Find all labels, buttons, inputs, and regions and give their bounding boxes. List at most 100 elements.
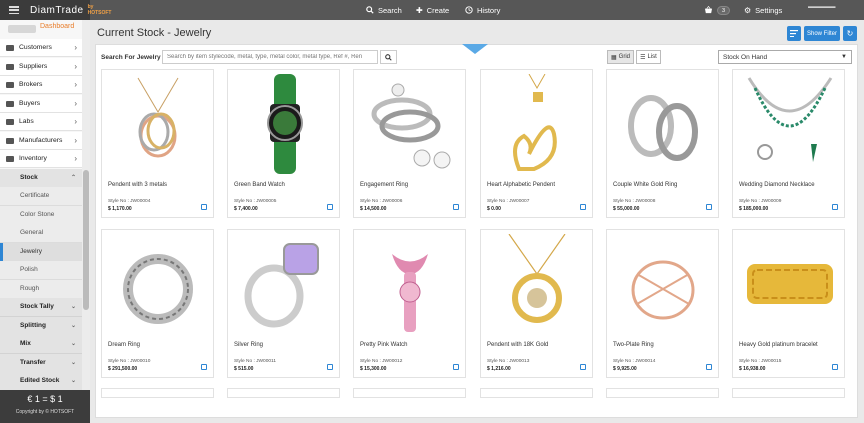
- settings-button[interactable]: ⚙ Settings: [744, 0, 782, 20]
- nav-history[interactable]: History: [465, 0, 500, 20]
- stock-type-select[interactable]: Stock On Hand ▼: [718, 50, 852, 64]
- product-name: Dream Ring: [108, 342, 141, 348]
- list-view-button[interactable]: ☰ List: [636, 50, 661, 64]
- sidebar-item-inventory[interactable]: Inventory ›: [0, 150, 82, 168]
- product-card[interactable]: Pendent with 3 metals Style No : JW00004…: [101, 69, 214, 218]
- nav-search[interactable]: Search: [366, 0, 402, 20]
- brand-sub: by HOTSOFT: [87, 4, 112, 16]
- sidebar-item-manufacturers[interactable]: Manufacturers ›: [0, 132, 82, 150]
- sidebar-item-brokers[interactable]: Brokers ›: [0, 76, 82, 94]
- sidebar-subitem-jewelry[interactable]: Jewelry: [0, 243, 82, 262]
- chevron-right-icon: ›: [74, 80, 77, 89]
- user-name[interactable]: ▬▬▬▬▬: [808, 4, 836, 10]
- sidebar-subitem-color-stone[interactable]: Color Stone: [0, 206, 82, 225]
- product-card[interactable]: [227, 388, 340, 398]
- product-card[interactable]: Pendent with 18K Gold Style No : JW00013…: [480, 229, 593, 378]
- grid-view-button[interactable]: ▦ Grid: [607, 50, 634, 64]
- sidebar-subitem-rough[interactable]: Rough: [0, 280, 82, 299]
- sidebar-section-edited-stock[interactable]: Edited Stock ⌄: [0, 372, 82, 391]
- product-card[interactable]: Two-Plate Ring Style No : JW00014 $ 9,92…: [606, 229, 719, 378]
- manufacturers-icon: [6, 137, 14, 144]
- edit-icon[interactable]: [580, 204, 586, 210]
- sidebar-item-buyers[interactable]: Buyers ›: [0, 95, 82, 113]
- search-input[interactable]: [162, 50, 378, 64]
- sidebar-item-label: Customers: [19, 44, 52, 51]
- edit-icon[interactable]: [453, 204, 459, 210]
- edit-icon[interactable]: [327, 364, 333, 370]
- product-card[interactable]: [732, 388, 845, 398]
- search-button[interactable]: [380, 50, 397, 64]
- customers-icon: [6, 44, 14, 51]
- edit-icon[interactable]: [201, 364, 207, 370]
- sidebar-item-customers[interactable]: Customers ›: [0, 39, 82, 57]
- product-name: Pretty Pink Watch: [360, 342, 408, 348]
- page-title: Current Stock - Jewelry: [97, 27, 212, 39]
- product-card[interactable]: [606, 388, 719, 398]
- product-card[interactable]: Wedding Diamond Necklace Style No : JW00…: [732, 69, 845, 218]
- sidebar-subitem-polish[interactable]: Polish: [0, 261, 82, 280]
- product-card[interactable]: Heart Alphabetic Pendent Style No : JW00…: [480, 69, 593, 218]
- sidebar-section-transfer[interactable]: Transfer ⌄: [0, 354, 82, 373]
- sidebar-item-label: Buyers: [19, 100, 41, 107]
- show-filter-button[interactable]: Show Filter: [804, 26, 840, 41]
- edit-icon[interactable]: [201, 204, 207, 210]
- section-label: Mix: [20, 340, 31, 348]
- chevron-right-icon: ›: [74, 117, 77, 126]
- product-card[interactable]: Dream Ring Style No : JW00010 $ 291,500.…: [101, 229, 214, 378]
- product-card[interactable]: Heavy Gold platinum bracelet Style No : …: [732, 229, 845, 378]
- sidebar-section-stock-tally[interactable]: Stock Tally ⌄: [0, 298, 82, 317]
- sidebar-section-splitting[interactable]: Splitting ⌄: [0, 317, 82, 336]
- chevron-down-icon: ⌄: [70, 304, 76, 310]
- product-image: [371, 83, 451, 169]
- product-card[interactable]: [480, 388, 593, 398]
- sidebar-item-suppliers[interactable]: Suppliers ›: [0, 58, 82, 76]
- refresh-button[interactable]: ↻: [843, 26, 857, 41]
- product-image: [267, 74, 303, 174]
- edit-icon[interactable]: [706, 364, 712, 370]
- plus-icon: ✚: [416, 5, 423, 15]
- product-card[interactable]: Silver Ring Style No : JW00011 $ 515.00: [227, 229, 340, 378]
- product-style-no: Style No : JW00012: [360, 359, 403, 364]
- product-price: $ 7,400.00: [234, 206, 258, 212]
- sidebar-item-labs[interactable]: Labs ›: [0, 113, 82, 131]
- user-avatar: [8, 25, 36, 33]
- sidebar-section-mix[interactable]: Mix ⌄: [0, 335, 82, 354]
- sidebar-section-stock[interactable]: Stock ⌃: [0, 169, 82, 188]
- menu-toggle-icon[interactable]: [9, 6, 19, 14]
- nav-create[interactable]: ✚ Create: [416, 0, 449, 20]
- product-price: $ 1,216.00: [487, 366, 511, 372]
- edit-icon[interactable]: [706, 204, 712, 210]
- product-card[interactable]: Couple White Gold Ring Style No : JW0000…: [606, 69, 719, 218]
- edit-icon[interactable]: [832, 204, 838, 210]
- currency-rate: € 1 = $ 1: [27, 394, 63, 404]
- sidebar-subitem-general[interactable]: General: [0, 224, 82, 243]
- refresh-icon: ↻: [846, 29, 854, 38]
- product-name: Couple White Gold Ring: [613, 182, 678, 188]
- product-card[interactable]: Pretty Pink Watch Style No : JW00012 $ 1…: [353, 229, 466, 378]
- product-price: $ 1,170.00: [108, 206, 132, 212]
- brand-name[interactable]: DiamTrade: [30, 5, 84, 16]
- product-card[interactable]: Green Band Watch Style No : JW00005 $ 7,…: [227, 69, 340, 218]
- sidebar-subitem-certificate[interactable]: Certificate: [0, 187, 82, 206]
- product-name: Engagement Ring: [360, 182, 409, 188]
- basket-icon: [704, 6, 713, 14]
- edit-icon[interactable]: [580, 364, 586, 370]
- collapse-toggle-icon[interactable]: [462, 44, 488, 54]
- product-image: [137, 77, 179, 158]
- nav-history-label: History: [477, 5, 501, 15]
- sidebar-scrollbar-thumb[interactable]: [83, 170, 89, 310]
- chevron-down-icon: ⌄: [70, 360, 76, 366]
- edit-icon[interactable]: [832, 364, 838, 370]
- product-card[interactable]: [101, 388, 214, 398]
- suppliers-icon: [6, 63, 14, 70]
- list-options-button[interactable]: [787, 26, 801, 41]
- sidebar: Dashboard Customers › Suppliers › Brokers ›…: [0, 20, 90, 423]
- nav-search-label: Search: [378, 5, 402, 15]
- edit-icon[interactable]: [327, 204, 333, 210]
- edit-icon[interactable]: [453, 364, 459, 370]
- product-card[interactable]: [353, 388, 466, 398]
- sidebar-item-dashboard[interactable]: Dashboard: [40, 23, 74, 30]
- chevron-down-icon: ⌄: [70, 323, 76, 329]
- cart-button[interactable]: 3: [704, 0, 731, 20]
- product-card[interactable]: Engagement Ring Style No : JW00006 $ 14,…: [353, 69, 466, 218]
